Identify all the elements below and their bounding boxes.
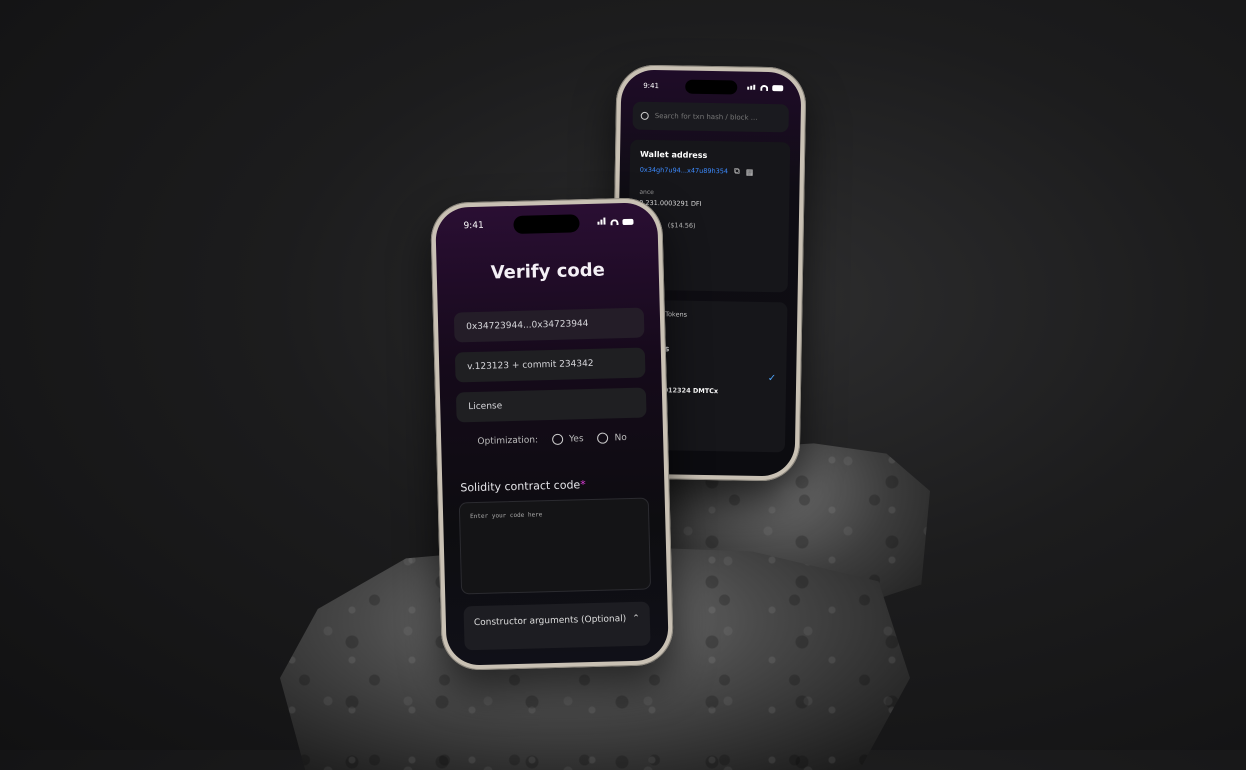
copy-icon[interactable]: ⧉ [734, 166, 740, 176]
wifi-icon [610, 219, 619, 226]
optimization-label: Optimization: [477, 434, 539, 447]
signal-icon [597, 217, 606, 228]
radio-no-label: No [614, 432, 627, 443]
check-icon: ✓ [767, 373, 777, 385]
code-placeholder: Enter your code here [470, 511, 543, 521]
chevron-up-icon[interactable]: ⌃ [632, 614, 640, 634]
constructor-args-accordion[interactable]: Constructor arguments (Optional) ⌃ [463, 601, 651, 651]
section-text: Solidity contract code [460, 478, 581, 495]
license-field[interactable]: License [455, 387, 647, 423]
compiler-version-field[interactable]: v.123123 + commit 234342 [454, 347, 646, 383]
status-time: 9:41 [643, 81, 660, 91]
address-field[interactable]: 0x34723944...0x34723944 [453, 307, 645, 343]
wifi-icon [760, 84, 769, 92]
battery-icon [622, 218, 634, 226]
front-phone: 9:41 Verify code 0x34723944...0x34723944… [429, 197, 675, 671]
wallet-address[interactable]: 0x34gh7u94...x47u89h354 [640, 166, 728, 176]
solidity-section-label: Solidity contract code* [460, 476, 664, 494]
qr-code-icon[interactable]: ▦ [746, 167, 754, 176]
dynamic-island [685, 79, 738, 95]
wallet-title: Wallet address [639, 149, 708, 160]
dynamic-island [513, 214, 580, 234]
page-title: Verify code [490, 259, 606, 284]
required-mark: * [580, 478, 586, 492]
radio-no[interactable] [597, 432, 609, 444]
tab-tokens[interactable]: Tokens [665, 310, 687, 326]
signal-icon [747, 84, 756, 92]
accordion-label: Constructor arguments (Optional) [473, 614, 627, 629]
status-time: 9:41 [463, 220, 484, 232]
code-textarea[interactable]: Enter your code here [458, 497, 652, 595]
balance-value: 0,231.0003291 DFI [639, 198, 702, 208]
search-icon [640, 111, 649, 120]
search-input[interactable]: Search for txn hash / block ... [632, 101, 789, 133]
tokens-value: ($14.56) [667, 221, 696, 230]
radio-yes-label: Yes [568, 433, 584, 445]
battery-icon [772, 85, 784, 92]
front-phone-screen: 9:41 Verify code 0x34723944...0x34723944… [435, 202, 669, 666]
optimization-row: Optimization: Yes No [441, 431, 663, 448]
balance-label: ance [639, 188, 654, 197]
radio-yes[interactable] [551, 433, 564, 445]
search-placeholder: Search for txn hash / block ... [654, 112, 758, 122]
